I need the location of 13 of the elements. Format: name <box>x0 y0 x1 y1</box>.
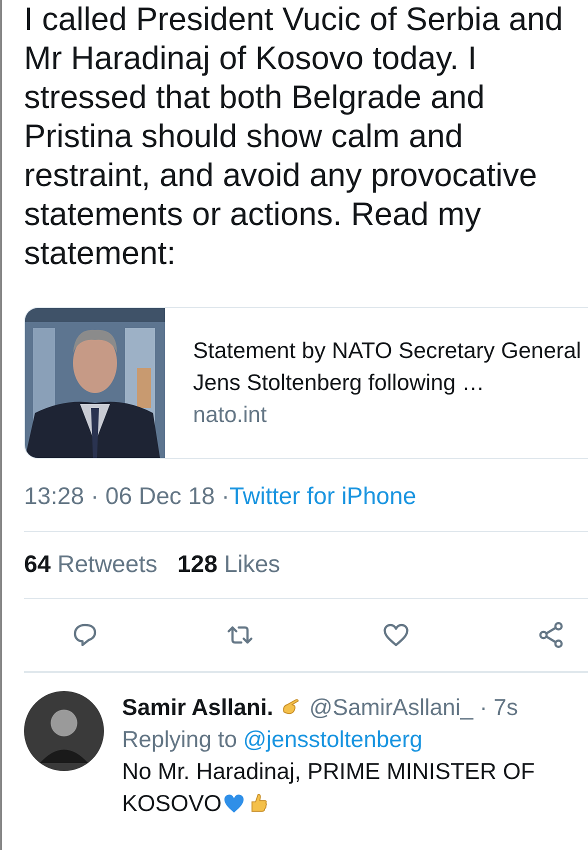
reply-text: No Mr. Haradinaj, PRIME MINISTER OF <box>122 757 535 786</box>
user-handle[interactable]: @SamirAsllani_ · 7s <box>309 691 518 723</box>
tweet-text: I called President Vucic of Serbia and Mr Haradinaj of Kosovo today. I stressed that both Belgrade and Pristina should show calm and restraint, and avoid any provocative statements or actions. Read my statement: <box>24 0 564 273</box>
replying-label: Replying to <box>122 725 238 754</box>
reply-text: KOSOVO <box>122 789 222 818</box>
link-card[interactable]: Statement by NATO Secretary General Jens Stoltenberg following … nato.int <box>24 307 588 459</box>
link-domain: nato.int <box>193 401 268 429</box>
engagement-count[interactable]: 64 Retweets <box>24 551 158 579</box>
tweet-timestamp: 13:28 · 06 Dec 18 · <box>24 483 230 510</box>
user-name[interactable]: Samir Asllani. <box>122 691 274 723</box>
engagement-count[interactable]: 128 Likes <box>177 551 280 579</box>
avatar-icon[interactable] <box>24 691 104 771</box>
link-title: Statement by NATO Secretary General Jens Stoltenberg following … <box>193 337 582 397</box>
